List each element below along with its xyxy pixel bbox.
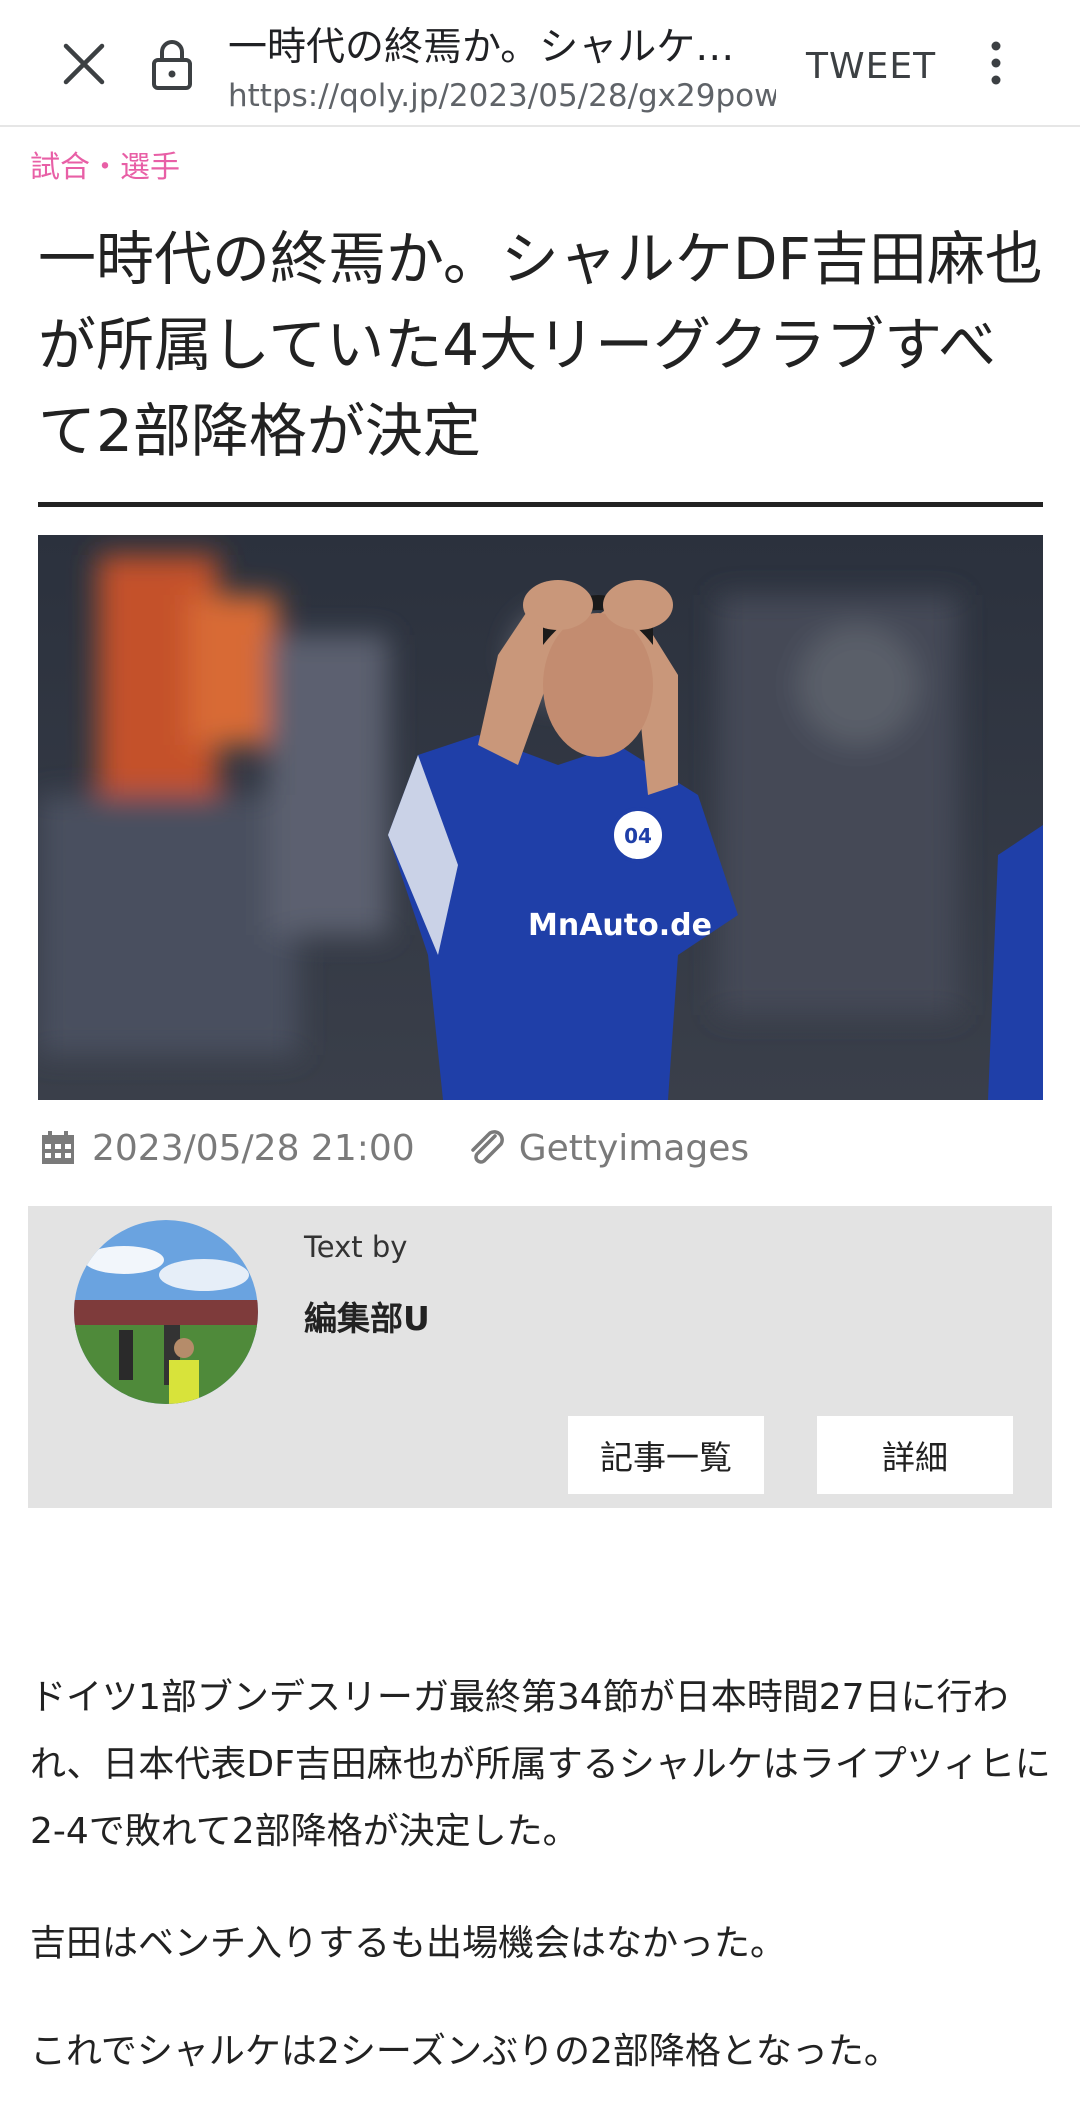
svg-text:04: 04 (624, 824, 652, 848)
article-list-button[interactable]: 記事一覧 (568, 1416, 764, 1494)
text-by-label: Text by (304, 1230, 408, 1264)
calendar-icon (42, 1131, 74, 1164)
author-detail-button[interactable]: 詳細 (817, 1416, 1013, 1494)
paragraph: ドイツ1部ブンデスリーガ最終第34節が日本時間27日に行われ、日本代表DF吉田麻… (30, 1677, 1051, 1852)
svg-text:MnAuto.de: MnAuto.de (528, 908, 712, 943)
headline-divider (38, 502, 1043, 507)
paragraph: 吉田はベンチ入りするも出場機会はなかった。 (30, 1923, 787, 1964)
lock-icon[interactable] (148, 38, 196, 92)
author-box: Text by 編集部U 記事一覧 詳細 (28, 1206, 1052, 1508)
article-date: 2023/05/28 21:00 (92, 1127, 415, 1169)
article-category[interactable]: 試合・選手 (30, 142, 180, 186)
avatar[interactable] (74, 1220, 258, 1404)
tweet-button[interactable]: TWEET (806, 46, 936, 87)
hero-image: 04 MnAuto.de (38, 535, 1043, 1100)
author-name[interactable]: 編集部U (304, 1292, 430, 1340)
more-vert-icon[interactable] (976, 38, 1016, 88)
page-title[interactable]: 一時代の終焉か。シャルケ… (228, 16, 776, 72)
paperclip-icon (470, 1130, 504, 1164)
paragraph: これでシャルケは2シーズンぶりの2部降格となった。 (30, 2031, 900, 2072)
image-credit: Gettyimages (518, 1127, 750, 1169)
article-meta: 2023/05/28 21:00 Gettyimages (40, 1126, 749, 1170)
article-headline: 一時代の終焉か。シャルケDF吉田麻也が所属していた4大リーグクラブすべて2部降格… (38, 225, 1043, 465)
url-display[interactable]: https://qoly.jp/2023/05/28/gx29pow (228, 78, 776, 114)
browser-toolbar: 一時代の終焉か。シャルケ… https://qoly.jp/2023/05/28… (0, 0, 1080, 127)
close-icon[interactable] (54, 34, 114, 94)
